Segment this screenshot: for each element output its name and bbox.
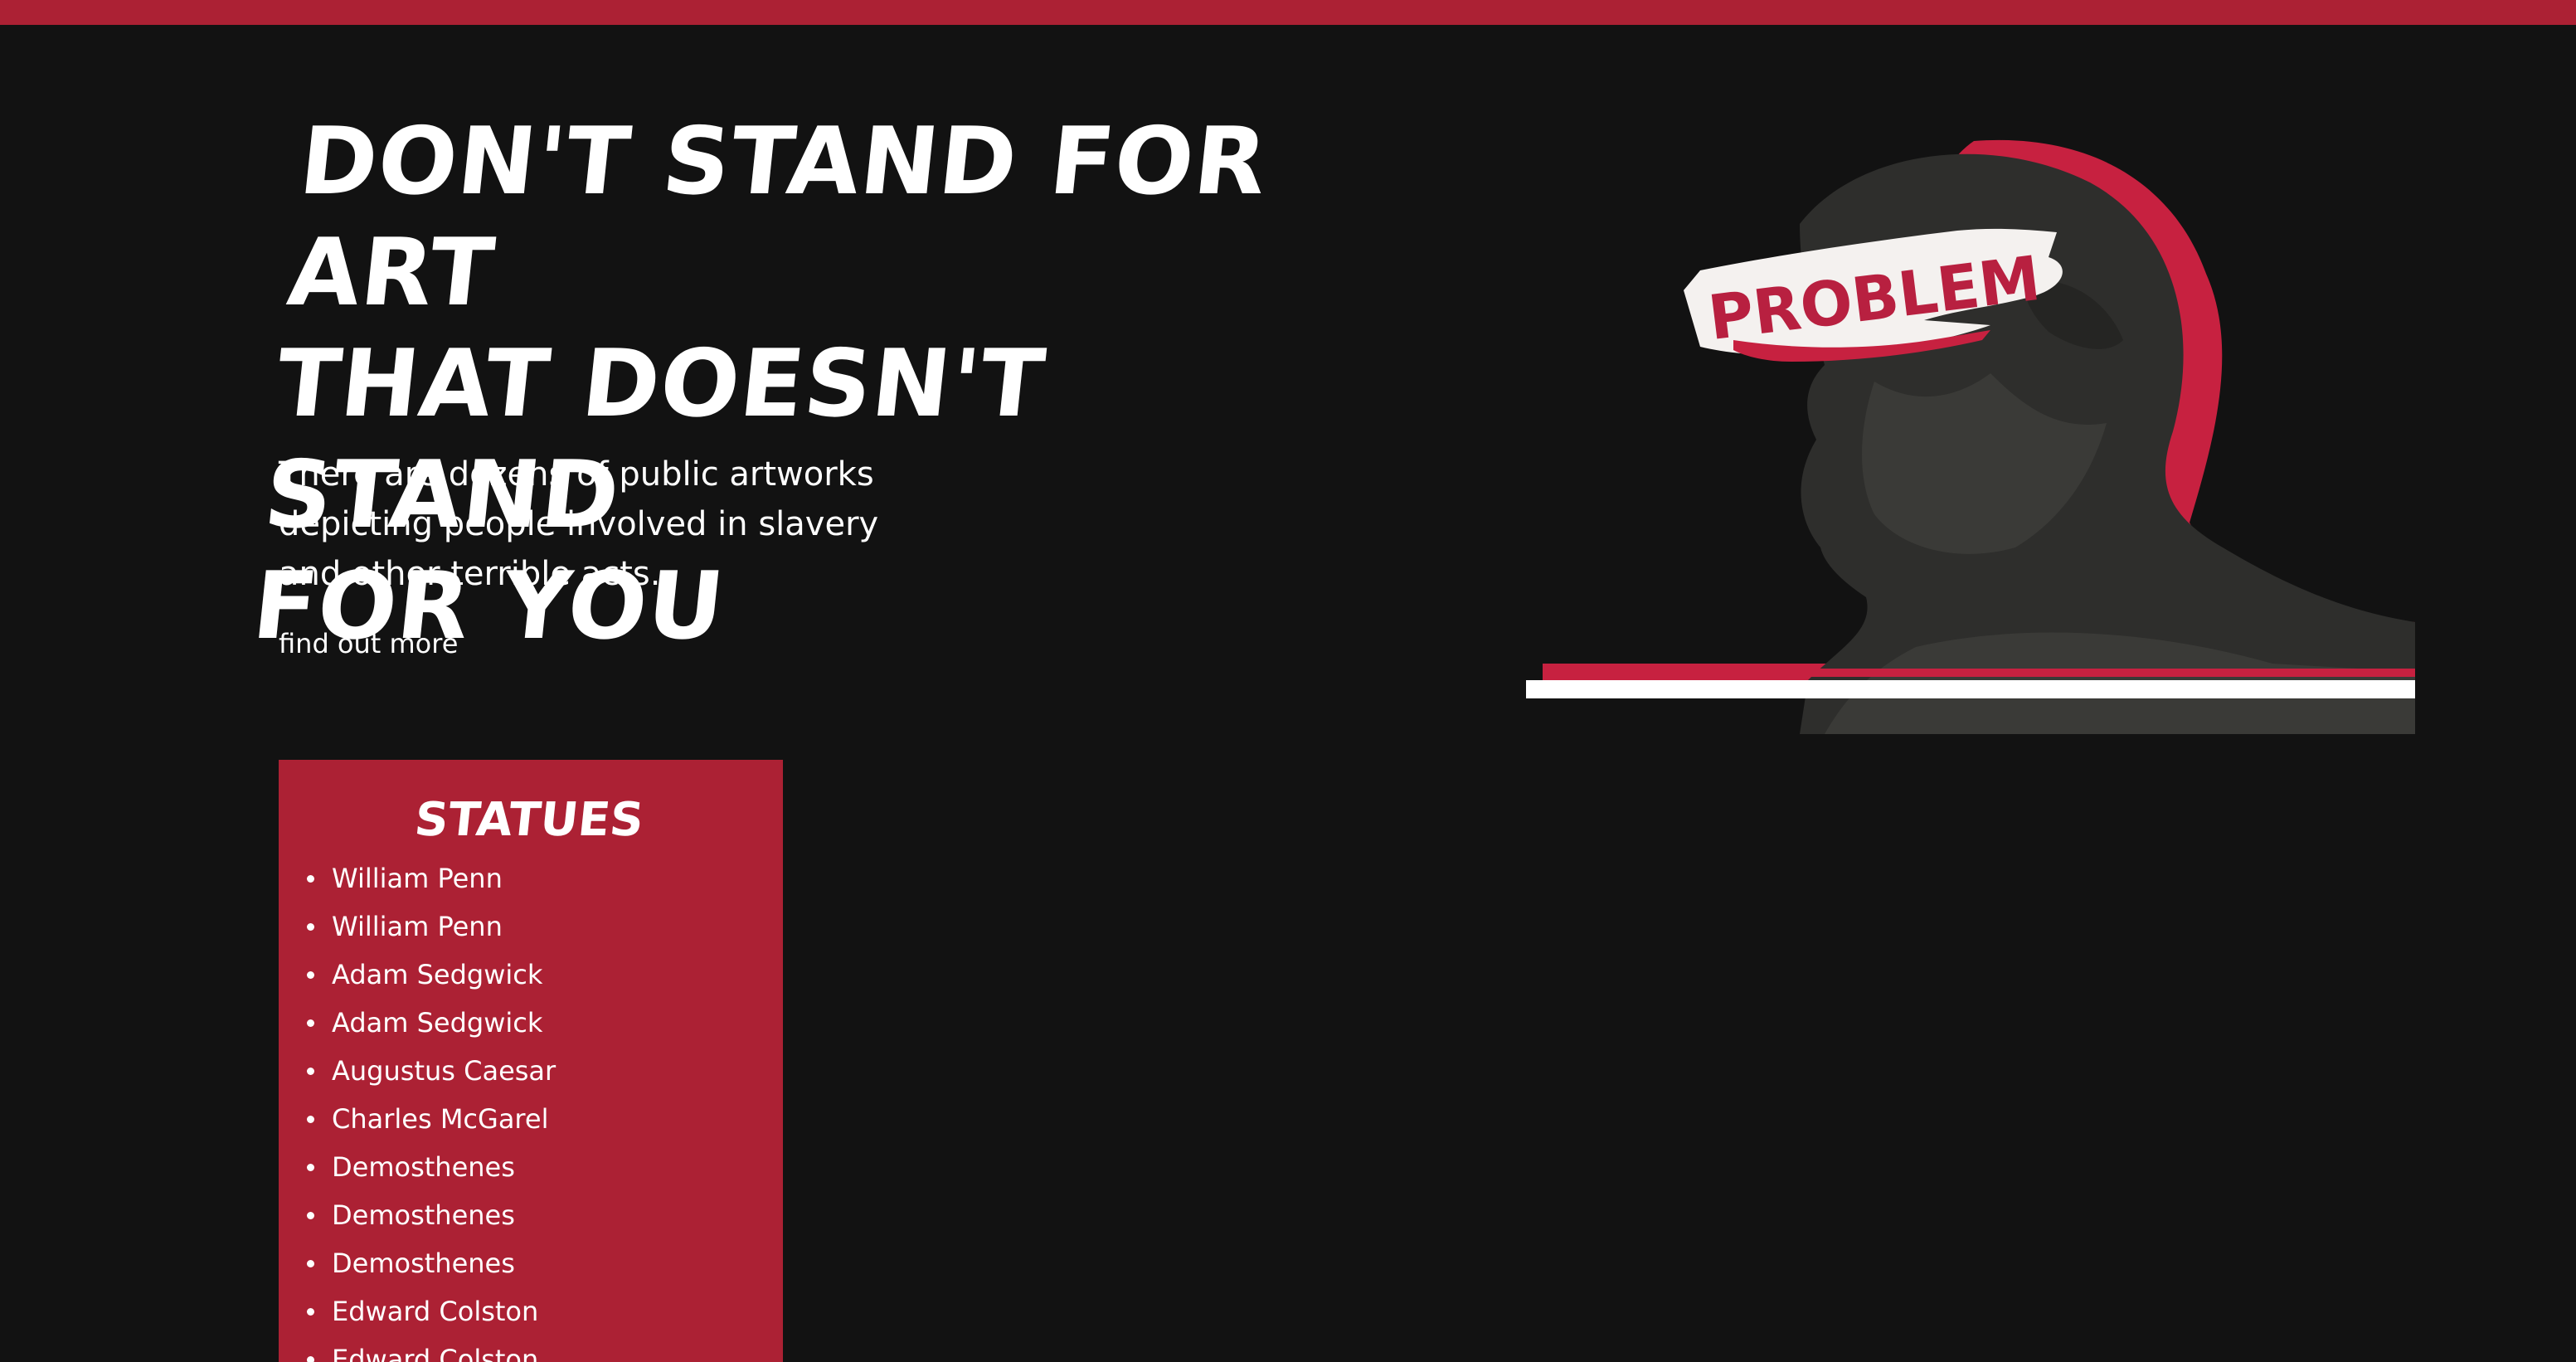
statues-list: William Penn William Penn Adam Sedgwick Ada… <box>279 854 783 1362</box>
statue-list-item[interactable]: William Penn <box>307 854 783 902</box>
statue-red-stripe <box>1543 669 2415 677</box>
top-accent-bar <box>0 0 2576 25</box>
statue-list-item[interactable]: Demosthenes <box>307 1143 783 1191</box>
statue-list-item[interactable]: Demosthenes <box>307 1239 783 1287</box>
statue-list-item[interactable]: William Penn <box>307 902 783 951</box>
statue-list-item[interactable]: Edward Colston <box>307 1335 783 1362</box>
statue-list-item[interactable]: Augustus Caesar <box>307 1047 783 1095</box>
find-out-more-link[interactable]: find out more <box>279 627 458 660</box>
statue-list-item[interactable]: Adam Sedgwick <box>307 951 783 999</box>
statues-panel: Statues William Penn William Penn Adam Sed… <box>279 760 783 1362</box>
statue-list-item[interactable]: Edward Colston <box>307 1287 783 1335</box>
statue-list-item[interactable]: Adam Sedgwick <box>307 999 783 1047</box>
statue-list-item[interactable]: Demosthenes <box>307 1191 783 1239</box>
hero-subtitle: There are dozens of public artworks depi… <box>279 455 879 593</box>
statue-problem-image: PROBLEM <box>1526 139 2415 734</box>
statue-white-stripe <box>1526 680 2415 698</box>
statue-list-item[interactable]: Charles McGarel <box>307 1095 783 1143</box>
hero-title-line-1: Don't stand for art <box>283 108 1273 327</box>
statues-heading: Statues <box>411 793 647 847</box>
